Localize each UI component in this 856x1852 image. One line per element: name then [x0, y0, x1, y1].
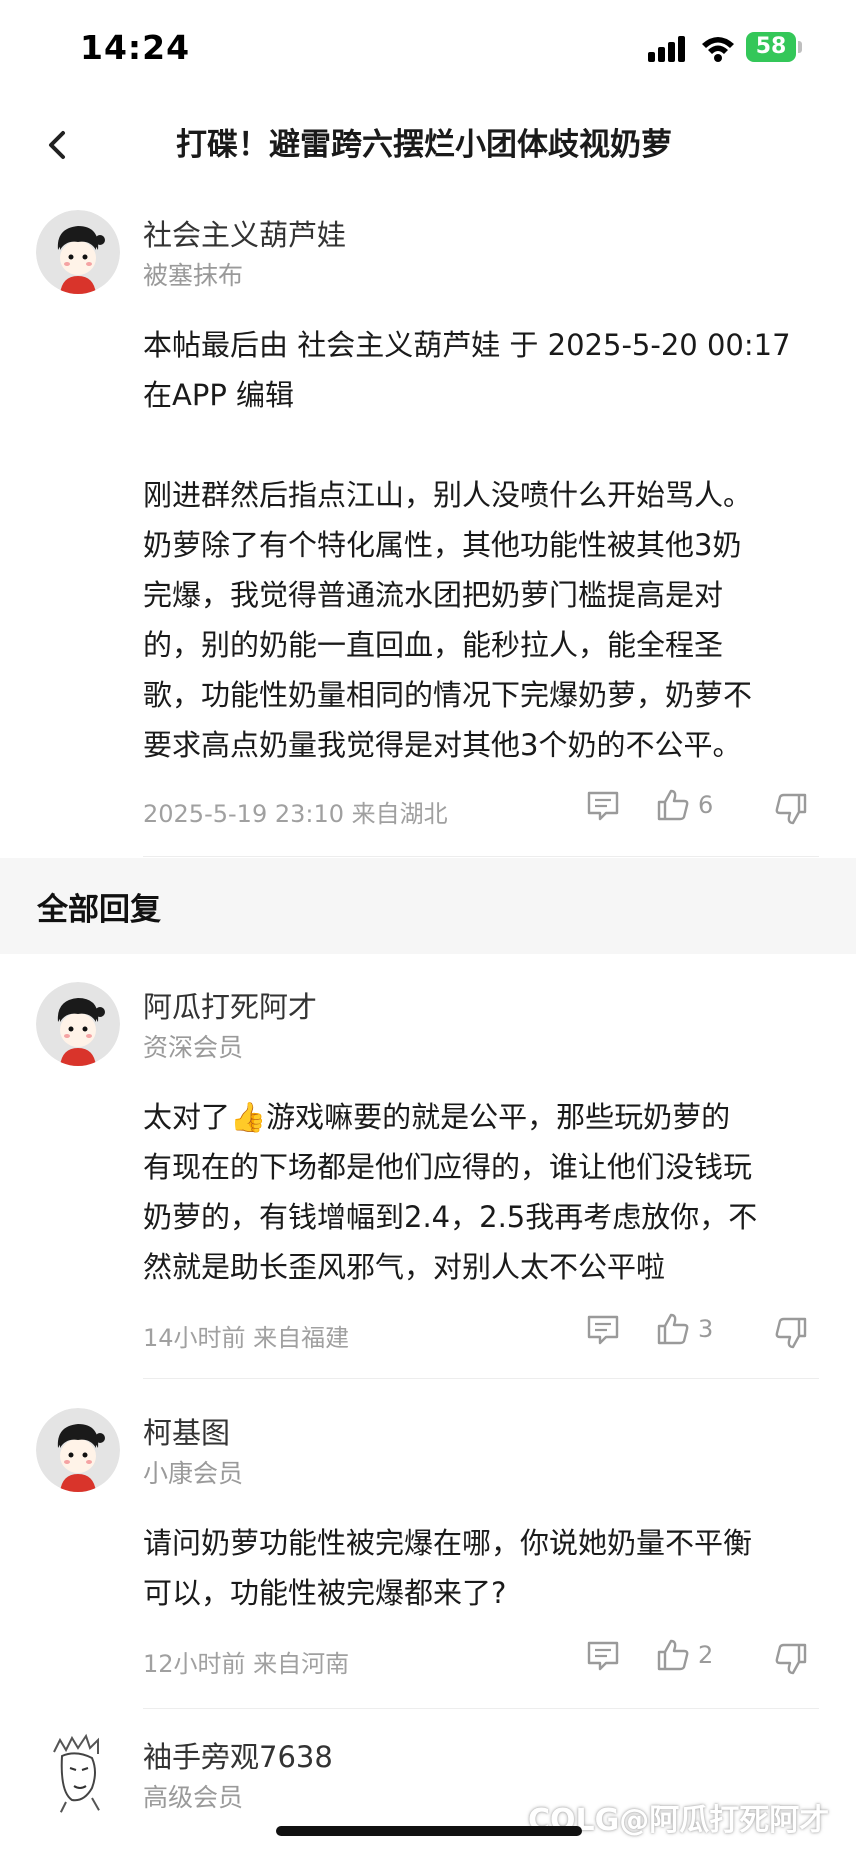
like-button[interactable]: 3	[656, 1312, 713, 1346]
thumbs-up-icon	[657, 1313, 689, 1345]
nav-bar: 打碟！避雷跨六摆烂小团体歧视奶萝	[0, 100, 856, 190]
thumbs-up-icon	[657, 1639, 689, 1671]
content-line: 刚进群然后指点江山，别人没喷什么开始骂人。	[143, 478, 753, 512]
content-line: 请问奶萝功能性被完爆在哪，你说她奶量不平衡	[143, 1526, 753, 1560]
reply-meta: 12小时前 来自河南	[143, 1650, 350, 1678]
reply-item: 柯基图 小康会员 请问奶萝功能性被完爆在哪，你说她奶量不平衡 可以，功能性被完爆…	[0, 1378, 856, 1709]
dislike-button[interactable]	[774, 792, 808, 826]
content-line: 可以，功能性被完爆都来了?	[143, 1576, 507, 1610]
back-button[interactable]	[30, 118, 84, 172]
reply-meta: 14小时前 来自福建	[143, 1324, 350, 1352]
wifi-icon	[702, 37, 734, 62]
content-line: 奶萝的，有钱增幅到2.4，2.5我再考虑放你，不	[143, 1200, 758, 1234]
cellular-signal-icon	[648, 36, 685, 62]
like-count: 2	[698, 1641, 714, 1669]
comment-button[interactable]	[586, 790, 620, 822]
like-button[interactable]: 6	[656, 788, 713, 822]
content-line: 本帖最后由 社会主义葫芦娃 于 2025-5-20 00:17	[143, 328, 791, 362]
comment-icon	[587, 791, 619, 821]
chevron-left-icon	[49, 131, 65, 159]
reply-item: 阿瓜打死阿才 资深会员 太对了👍游戏嘛要的就是公平，那些玩奶萝的 有现在的下场都…	[0, 954, 856, 1379]
comment-icon	[587, 1641, 619, 1671]
thumbs-down-icon	[775, 793, 807, 825]
home-indicator[interactable]	[276, 1826, 582, 1836]
content-line: 要求高点奶量我觉得是对其他3个奶的不公平。	[143, 728, 742, 762]
replies-section-header: 全部回复	[0, 858, 856, 954]
battery-indicator: 58	[746, 32, 796, 62]
avatar[interactable]	[36, 982, 120, 1066]
content-line: 的，别的奶能一直回血，能秒拉人，能全程圣	[143, 628, 724, 662]
content-line: 在APP 编辑	[143, 378, 295, 412]
author-name[interactable]: 阿瓜打死阿才	[143, 984, 317, 1026]
content-line: 有现在的下场都是他们应得的，谁让他们没钱玩	[143, 1150, 753, 1184]
post-meta: 2025-5-19 23:10 来自湖北	[143, 800, 448, 828]
author-name[interactable]: 柯基图	[143, 1410, 230, 1452]
battery-tip	[798, 41, 802, 53]
author-name[interactable]: 袖手旁观7638	[143, 1734, 333, 1776]
status-bar: 14:24 58	[0, 0, 856, 100]
thumbs-down-icon	[775, 1643, 807, 1675]
author-rank: 小康会员	[143, 1459, 244, 1488]
content-line: 太对了👍游戏嘛要的就是公平，那些玩奶萝的	[143, 1100, 731, 1134]
author-rank: 资深会员	[143, 1033, 244, 1062]
avatar[interactable]	[36, 210, 120, 294]
like-button[interactable]: 2	[656, 1638, 713, 1672]
avatar[interactable]	[36, 1732, 120, 1816]
like-count: 3	[698, 1315, 714, 1343]
dislike-button[interactable]	[774, 1316, 808, 1350]
content-line	[143, 420, 823, 470]
main-post: 社会主义葫芦娃 被塞抹布 本帖最后由 社会主义葫芦娃 于 2025-5-20 0…	[0, 190, 856, 858]
comment-icon	[587, 1315, 619, 1345]
content-line: 奶萝除了有个特化属性，其他功能性被其他3奶	[143, 528, 742, 562]
avatar[interactable]	[36, 1408, 120, 1492]
comment-button[interactable]	[586, 1314, 620, 1346]
content-line: 然就是助长歪风邪气，对别人太不公平啦	[143, 1250, 666, 1284]
section-title: 全部回复	[37, 892, 161, 928]
reply-content: 太对了👍游戏嘛要的就是公平，那些玩奶萝的 有现在的下场都是他们应得的，谁让他们没…	[143, 1092, 823, 1292]
divider	[143, 856, 819, 857]
thread-title: 打碟！避雷跨六摆烂小团体歧视奶萝	[176, 127, 672, 163]
thumbs-down-icon	[775, 1317, 807, 1349]
author-name[interactable]: 社会主义葫芦娃	[143, 212, 346, 254]
comment-button[interactable]	[586, 1640, 620, 1672]
content-line: 完爆，我觉得普通流水团把奶萝门槛提高是对	[143, 578, 724, 612]
author-rank: 被塞抹布	[143, 261, 244, 290]
dislike-button[interactable]	[774, 1642, 808, 1676]
post-content: 本帖最后由 社会主义葫芦娃 于 2025-5-20 00:17 在APP 编辑 …	[143, 320, 823, 770]
author-rank: 高级会员	[143, 1783, 244, 1812]
reply-content: 请问奶萝功能性被完爆在哪，你说她奶量不平衡 可以，功能性被完爆都来了?	[143, 1518, 823, 1618]
status-time: 14:24	[80, 28, 191, 67]
like-count: 6	[698, 791, 714, 819]
content-line: 歌，功能性奶量相同的情况下完爆奶萝，奶萝不	[143, 678, 753, 712]
thumbs-up-icon	[657, 789, 689, 821]
